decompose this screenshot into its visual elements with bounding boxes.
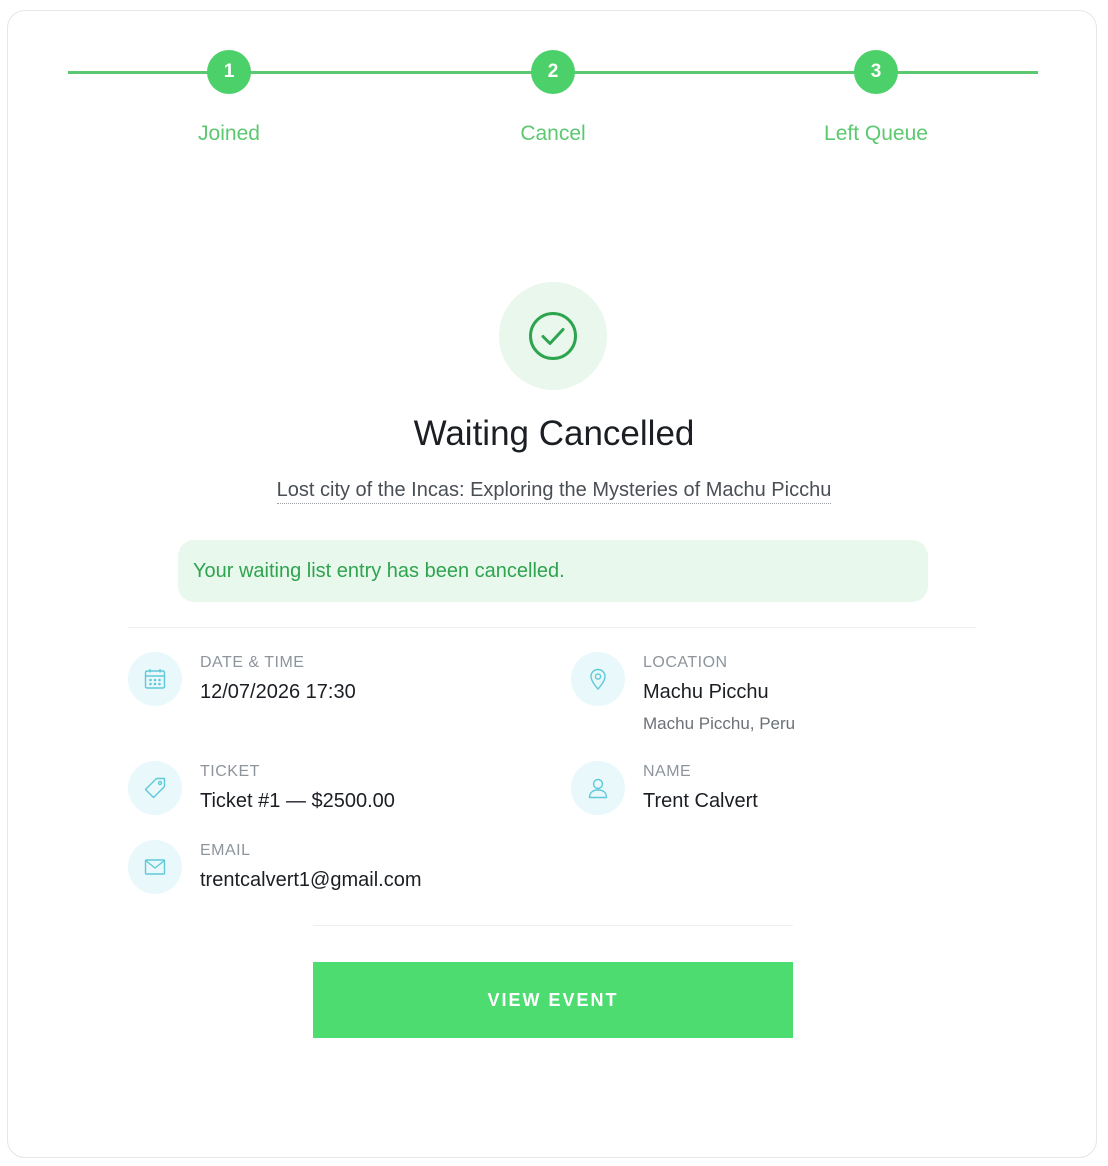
event-name-link[interactable]: Lost city of the Incas: Exploring the My… <box>276 479 832 504</box>
date-time-label: DATE & TIME <box>200 654 305 671</box>
name-value: Trent Calvert <box>643 790 758 812</box>
date-time-text: DATE & TIME 12/07/2026 17:30 <box>200 654 356 704</box>
location-sub: Machu Picchu, Peru <box>643 714 796 733</box>
date-time-value: 12/07/2026 17:30 <box>200 681 356 703</box>
divider <box>128 627 976 628</box>
ticket-label: TICKET <box>200 763 260 780</box>
email-label: EMAIL <box>200 842 251 859</box>
location-pin-icon <box>571 652 625 706</box>
step-number: 2 <box>531 50 575 94</box>
name-text: NAME Trent Calvert <box>643 763 758 813</box>
step-left-queue: 3 Left Queue <box>776 50 976 146</box>
step-label: Cancel <box>520 122 586 145</box>
progress-stepper: 1 Joined 2 Cancel 3 Left Queue <box>0 0 1108 160</box>
location-label: LOCATION <box>643 654 728 671</box>
view-event-button[interactable]: VIEW EVENT <box>313 962 793 1038</box>
user-icon <box>571 761 625 815</box>
calendar-icon <box>128 652 182 706</box>
tag-icon <box>128 761 182 815</box>
location-text: LOCATION Machu Picchu Machu Picchu, Peru <box>643 654 795 734</box>
mail-icon <box>128 840 182 894</box>
ticket-text: TICKET Ticket #1 — $2500.00 <box>200 763 395 813</box>
cancelled-alert: Your waiting list entry has been cancell… <box>178 540 928 602</box>
event-name-wrap: Lost city of the Incas: Exploring the My… <box>0 479 1108 504</box>
email-value: trentcalvert1@gmail.com <box>200 869 422 891</box>
step-joined: 1 Joined <box>129 50 329 146</box>
step-label: Joined <box>198 122 260 145</box>
step-number: 1 <box>207 50 251 94</box>
ticket-value: Ticket #1 — $2500.00 <box>200 790 395 812</box>
email-text: EMAIL trentcalvert1@gmail.com <box>200 842 421 892</box>
location-value: Machu Picchu <box>643 681 769 703</box>
step-cancel: 2 Cancel <box>453 50 653 146</box>
page-title: Waiting Cancelled <box>413 414 695 453</box>
divider <box>313 925 793 926</box>
step-number: 3 <box>854 50 898 94</box>
check-circle-icon <box>499 282 607 390</box>
step-label: Left Queue <box>824 122 928 145</box>
name-label: NAME <box>643 763 692 780</box>
